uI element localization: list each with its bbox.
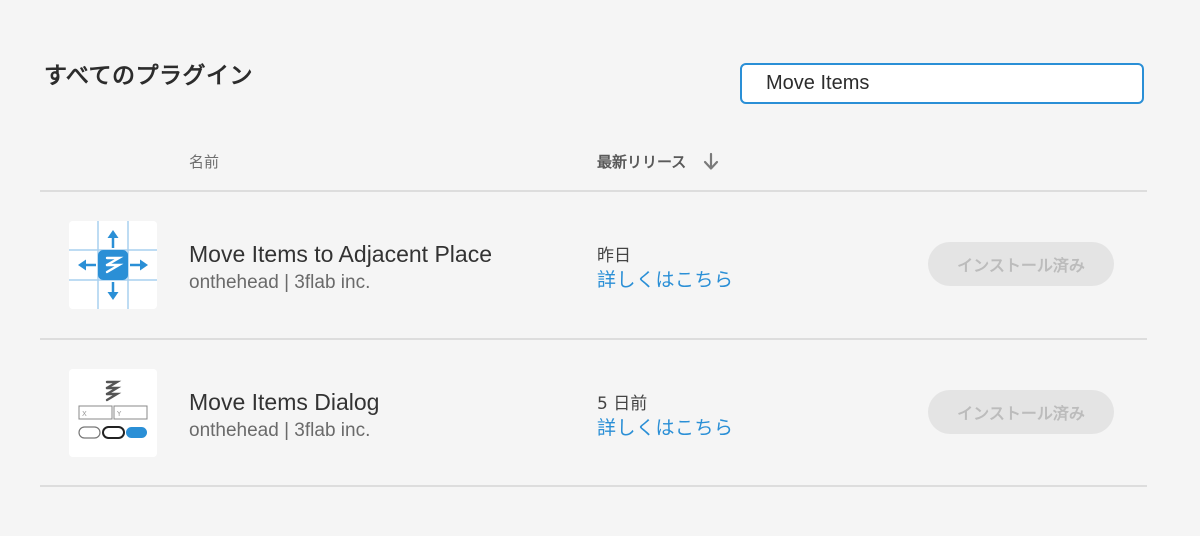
plugin-author: onthehead | 3flab inc. <box>189 420 371 441</box>
plugin-name: Move Items to Adjacent Place <box>189 241 492 267</box>
table-row: Move Items to Adjacent Place onthehead |… <box>40 192 1147 338</box>
column-header-release-label: 最新リリース <box>597 153 687 171</box>
release-date: 5 日前 <box>597 394 648 414</box>
learn-more-link[interactable]: 詳しくはこちら <box>597 413 734 440</box>
move-dialog-plugin-icon: X Y <box>69 369 157 457</box>
x-field-label: X <box>82 410 87 418</box>
learn-more-link[interactable]: 詳しくはこちら <box>597 265 734 292</box>
release-date: 昨日 <box>597 246 631 266</box>
table-row: X Y Move Items Dialog onthehead | 3flab … <box>40 340 1147 486</box>
search-box[interactable] <box>740 63 1144 104</box>
page-title: すべてのプラグイン <box>44 63 253 89</box>
column-header-release[interactable]: 最新リリース <box>597 151 720 172</box>
search-input[interactable] <box>742 65 1142 102</box>
row-divider <box>40 485 1147 487</box>
y-field-label: Y <box>116 410 122 418</box>
installed-button[interactable]: インストール済み <box>928 390 1114 434</box>
plugin-name: Move Items Dialog <box>189 389 380 415</box>
plugin-author: onthehead | 3flab inc. <box>189 272 371 293</box>
move-adjacent-plugin-icon <box>69 221 157 309</box>
installed-button[interactable]: インストール済み <box>928 242 1114 286</box>
sort-descending-icon[interactable] <box>702 152 720 172</box>
column-header-name[interactable]: 名前 <box>189 151 219 172</box>
